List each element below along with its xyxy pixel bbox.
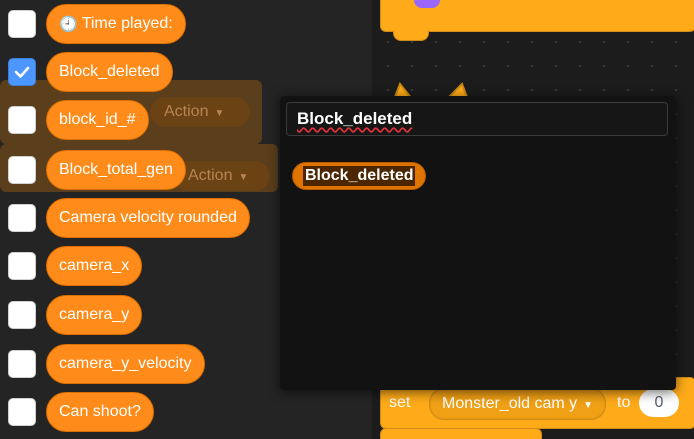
clock-icon: 🕘 bbox=[59, 16, 78, 33]
workspace-block-input[interactable] bbox=[414, 0, 440, 8]
ghost-action-dropdown: Action ▼ bbox=[150, 97, 250, 127]
ghost-action-label: Action bbox=[164, 103, 209, 120]
variable-reporter[interactable]: camera_x bbox=[46, 246, 143, 286]
value-input[interactable]: 0 bbox=[639, 389, 679, 417]
variable-reporter[interactable]: camera_y_velocity bbox=[46, 344, 205, 384]
variable-checkbox[interactable] bbox=[8, 301, 36, 329]
search-result-item[interactable]: Block_deleted bbox=[292, 162, 427, 190]
variable-checkbox[interactable] bbox=[8, 398, 36, 426]
variable-reporter[interactable]: Can shoot? bbox=[46, 392, 154, 432]
variable-row: Block_deleted bbox=[8, 52, 173, 92]
variable-label: camera_y bbox=[59, 306, 130, 323]
workspace-block[interactable] bbox=[380, 428, 542, 439]
variable-reporter[interactable]: 🕘 Time played: bbox=[46, 4, 186, 44]
variable-reporter[interactable]: Camera velocity rounded bbox=[46, 198, 250, 238]
variable-label: block_id_# bbox=[59, 111, 136, 128]
variable-label: camera_y_velocity bbox=[59, 355, 192, 372]
variable-reporter[interactable]: camera_y bbox=[46, 295, 143, 335]
search-input[interactable]: Block_deleted bbox=[286, 102, 668, 136]
variable-row: Block_total_gen bbox=[8, 150, 186, 190]
ghost-action-dropdown: Action ▼ bbox=[174, 161, 270, 191]
variable-label: Block_total_gen bbox=[59, 161, 173, 178]
checkmark-icon bbox=[14, 66, 30, 78]
variable-dropdown-label: Monster_old cam y bbox=[442, 395, 578, 412]
variable-checkbox[interactable] bbox=[8, 204, 36, 232]
variable-label: Block_deleted bbox=[59, 63, 160, 80]
variable-label: Can shoot? bbox=[59, 403, 141, 420]
ghost-action-label: Action bbox=[188, 167, 233, 184]
chevron-down-icon: ▼ bbox=[238, 172, 249, 183]
variable-row: camera_y bbox=[8, 295, 143, 335]
variable-checkbox[interactable] bbox=[8, 252, 36, 280]
variable-row: Camera velocity rounded bbox=[8, 198, 250, 238]
variable-dropdown[interactable]: Monster_old cam y ▼ bbox=[429, 388, 607, 420]
search-result-label: Block_deleted bbox=[303, 166, 416, 186]
search-input-text: Block_deleted bbox=[297, 109, 413, 128]
variable-row: block_id_# bbox=[8, 100, 149, 140]
variable-reporter[interactable]: Block_total_gen bbox=[46, 150, 186, 190]
variable-checkbox[interactable] bbox=[8, 58, 36, 86]
variable-checkbox[interactable] bbox=[8, 10, 36, 38]
variable-checkbox[interactable] bbox=[8, 106, 36, 134]
variable-row: camera_x bbox=[8, 246, 143, 286]
variable-row: camera_y_velocity bbox=[8, 344, 205, 384]
variable-row: 🕘 Time played: bbox=[8, 4, 186, 44]
variable-checkbox[interactable] bbox=[8, 156, 36, 184]
variable-reporter[interactable]: Block_deleted bbox=[46, 52, 173, 92]
set-label: set bbox=[389, 394, 411, 411]
chevron-down-icon: ▼ bbox=[214, 108, 225, 119]
to-label: to bbox=[617, 394, 631, 411]
chevron-down-icon: ▼ bbox=[583, 400, 594, 411]
search-popup: Block_deleted Block_deleted bbox=[280, 96, 676, 390]
variable-checkbox[interactable] bbox=[8, 350, 36, 378]
variable-label: Time played: bbox=[81, 15, 173, 32]
variable-reporter[interactable]: block_id_# bbox=[46, 100, 149, 140]
variable-label: camera_x bbox=[59, 257, 130, 274]
variable-label: Camera velocity rounded bbox=[59, 209, 237, 226]
variable-row: Can shoot? bbox=[8, 392, 154, 432]
